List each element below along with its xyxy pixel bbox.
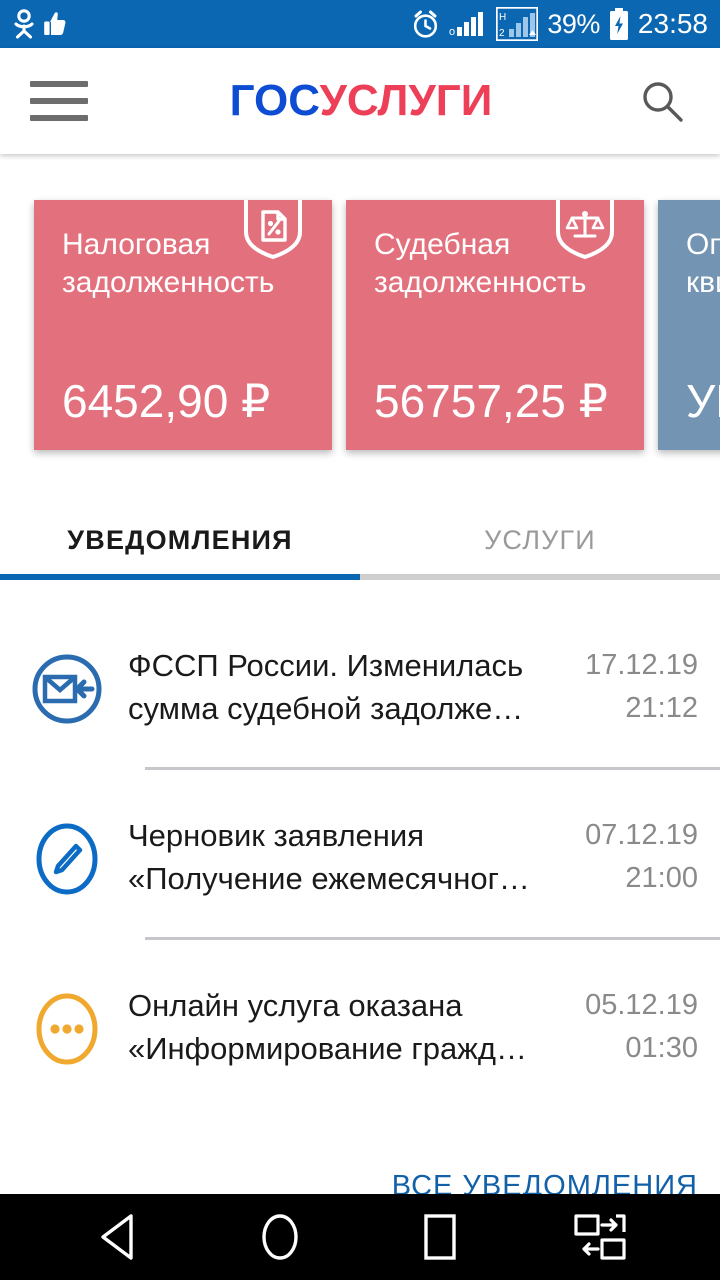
signal-sim1-icon: o [449, 12, 484, 38]
notification-timestamp: 07.12.19 21:00 [548, 814, 698, 900]
status-bar-right-icons: o H 2 39% 23:58 [411, 7, 708, 41]
notification-timestamp: 17.12.19 21:12 [548, 644, 698, 730]
notification-date: 17.12.19 [585, 649, 698, 681]
battery-percent-label: 39% [547, 8, 600, 39]
signal-sim2-hsdpa-icon: H 2 [496, 7, 539, 41]
app-logo: ГОСУСЛУГИ [88, 79, 634, 123]
card-pay-by-uin[interactable]: Оплата по квитанции УИН [658, 200, 720, 450]
back-triangle-icon[interactable] [78, 1206, 162, 1268]
card-value: 6452,90 ₽ [62, 375, 271, 427]
card-value: 56757,25 ₽ [374, 375, 608, 427]
home-circle-icon[interactable] [238, 1206, 322, 1268]
notification-item[interactable]: Черновик заявления «Получение ежемесячно… [0, 770, 720, 940]
notification-timestamp: 05.12.19 01:30 [548, 984, 698, 1070]
tab-indicator-track [0, 574, 720, 580]
notification-item[interactable]: ФССП России. Изменилась сумма судебной з… [0, 600, 720, 770]
svg-text:2: 2 [499, 28, 505, 39]
debt-cards-carousel[interactable]: Налоговая задолженность 6452,90 ₽ Судебн… [0, 154, 720, 464]
tax-document-percent-shield-icon [238, 194, 308, 264]
hamburger-menu-icon[interactable] [30, 81, 88, 121]
card-value: УИН [686, 375, 720, 427]
alarm-clock-icon [414, 10, 438, 38]
notification-body: Черновик заявления «Получение ежемесячно… [104, 814, 548, 900]
notification-time: 01:30 [625, 1032, 698, 1064]
three-dots-in-progress-icon [30, 992, 104, 1066]
notification-time: 21:00 [625, 862, 698, 894]
notification-text: Черновик заявления «Получение ежемесячно… [128, 818, 530, 896]
incoming-mail-icon [30, 652, 104, 726]
pencil-draft-icon [30, 822, 104, 896]
notification-body: ФССП России. Изменилась сумма судебной з… [104, 644, 548, 730]
tab-notifications[interactable]: УВЕДОМЛЕНИЯ [0, 500, 360, 580]
svg-text:H: H [499, 12, 506, 23]
svg-text:o: o [449, 26, 455, 38]
thumbs-up-icon [44, 12, 66, 36]
card-title: Оплата по квитанции [686, 228, 720, 299]
notification-text: Онлайн услуга оказана «Информирование гр… [128, 988, 528, 1066]
notification-time: 21:12 [625, 692, 698, 724]
scales-of-justice-shield-icon [550, 194, 620, 264]
status-bar-clock: 23:58 [637, 8, 708, 39]
battery-charging-icon [609, 8, 628, 40]
status-bar: o H 2 39% 23:58 [0, 0, 720, 48]
notification-date: 07.12.19 [585, 819, 698, 851]
notification-date: 05.12.19 [585, 989, 698, 1021]
notification-body: Онлайн услуга оказана «Информирование гр… [104, 984, 548, 1070]
android-navigation-bar [0, 1194, 720, 1280]
app-header: ГОСУСЛУГИ [0, 48, 720, 154]
split-screen-icon[interactable] [558, 1206, 642, 1268]
recents-square-icon[interactable] [398, 1206, 482, 1268]
status-bar-left-icons [12, 9, 67, 39]
notification-item[interactable]: Онлайн услуга оказана «Информирование гр… [0, 940, 720, 1110]
app-screen: o H 2 39% 23:58 ГОСУСЛУГИ Налоговая задо… [0, 0, 720, 1280]
logo-text-uslugi: УСЛУГИ [319, 76, 493, 125]
content-tabs: УВЕДОМЛЕНИЯ УСЛУГИ [0, 500, 720, 580]
notifications-list: ФССП России. Изменилась сумма судебной з… [0, 600, 720, 1110]
search-icon[interactable] [634, 73, 690, 129]
card-court-debt[interactable]: Судебная задолженность 56757,25 ₽ [346, 194, 644, 450]
notification-text: ФССП России. Изменилась сумма судебной з… [128, 648, 524, 726]
logo-text-gos: ГОС [229, 76, 320, 125]
tab-services[interactable]: УСЛУГИ [360, 500, 720, 580]
card-tax-debt[interactable]: Налоговая задолженность 6452,90 ₽ [34, 194, 332, 450]
tab-indicator-active [0, 574, 360, 580]
odnoklassniki-icon [14, 9, 34, 39]
